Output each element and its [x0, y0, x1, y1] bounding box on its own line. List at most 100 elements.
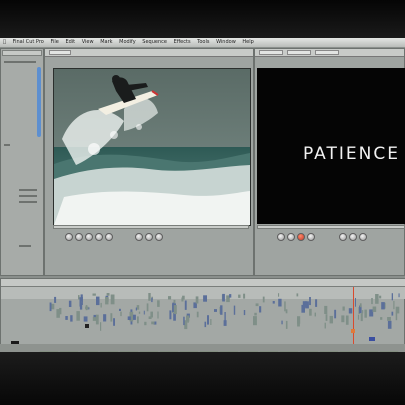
timeline-clip-segment — [238, 294, 241, 298]
viewer-mark-in-button[interactable] — [135, 233, 143, 241]
timeline-panel — [0, 278, 405, 352]
menu-modify[interactable]: Modify — [119, 38, 136, 47]
timeline-clip-segment — [255, 303, 259, 307]
menu-mark[interactable]: Mark — [100, 38, 112, 47]
timeline-marker[interactable] — [351, 329, 355, 333]
browser-row[interactable] — [4, 61, 36, 63]
timeline-clip-segment — [76, 311, 80, 321]
timeline-marker[interactable] — [85, 324, 89, 328]
canvas-scrubber[interactable] — [257, 225, 405, 229]
timeline-marker[interactable] — [369, 337, 375, 341]
timeline-clip-segment — [173, 305, 177, 315]
browser-row[interactable] — [19, 201, 37, 203]
timeline-clip-segment — [127, 316, 131, 320]
canvas-button[interactable] — [349, 233, 357, 241]
timeline-clip-segment — [105, 297, 109, 305]
canvas-tab[interactable] — [315, 50, 339, 55]
timeline-clip-segment — [345, 315, 349, 325]
timeline-clip-segment — [229, 294, 232, 298]
canvas-tab[interactable] — [287, 50, 311, 55]
viewer-transport-controls — [65, 233, 165, 243]
timeline-clip-segment — [143, 310, 145, 315]
monitor-bezel-bottom — [0, 352, 405, 405]
menu-file[interactable]: File — [50, 38, 58, 47]
timeline-clip-segment — [372, 306, 377, 312]
menu-sequence[interactable]: Sequence — [142, 38, 167, 47]
timeline-clip-segment — [151, 297, 153, 303]
viewer-step-back-button[interactable] — [75, 233, 83, 241]
menu-view[interactable]: View — [82, 38, 94, 47]
browser-scrollbar[interactable] — [37, 67, 41, 137]
menu-final-cut[interactable]: Final Cut Pro — [13, 38, 44, 47]
monitor-bezel-top — [0, 0, 405, 38]
menu-tools[interactable]: Tools — [197, 38, 209, 47]
timeline-clip-segment — [296, 293, 299, 297]
viewer-fast-forward-button[interactable] — [105, 233, 113, 241]
browser-row[interactable] — [19, 195, 37, 197]
timeline-clip-segment — [70, 315, 73, 322]
viewer-mark-out-button[interactable] — [145, 233, 153, 241]
timeline-clips[interactable] — [1, 291, 405, 331]
timeline-clip-segment — [103, 314, 107, 322]
canvas-button[interactable] — [307, 233, 315, 241]
timeline-clip-segment — [157, 300, 160, 307]
menu-help[interactable]: Help — [242, 38, 253, 47]
timeline-clip-segment — [54, 296, 57, 303]
timeline-clip-segment — [324, 322, 326, 329]
timeline-clip-segment — [391, 293, 393, 301]
timeline-clip-segment — [79, 302, 83, 310]
timeline-clip-segment — [233, 305, 236, 315]
menu-edit[interactable]: Edit — [65, 38, 75, 47]
timeline-clip-segment — [133, 314, 136, 320]
viewer-marker-button[interactable] — [155, 233, 163, 241]
timeline-clip-segment — [100, 302, 102, 308]
timeline-clip-segment — [259, 306, 262, 313]
timeline-clip-segment — [224, 312, 226, 322]
timeline-clip-segment — [51, 303, 55, 310]
timeline-clip-segment — [168, 296, 172, 300]
status-strip — [0, 344, 405, 352]
canvas-button[interactable] — [287, 233, 295, 241]
browser-panel — [0, 48, 44, 276]
timeline-clip-segment — [49, 302, 52, 312]
canvas-transport-controls — [277, 233, 377, 243]
timeline-clip-segment — [285, 309, 288, 314]
menu-window[interactable]: Window — [216, 38, 236, 47]
play-icon[interactable] — [85, 233, 93, 241]
timeline-clip-segment — [196, 311, 199, 318]
viewer-tab[interactable] — [49, 50, 71, 55]
browser-row[interactable] — [19, 189, 37, 191]
menu-effects[interactable]: Effects — [174, 38, 191, 47]
timeline-clip-segment — [278, 293, 280, 297]
viewer-step-forward-button[interactable] — [95, 233, 103, 241]
viewer-scrubber[interactable] — [53, 225, 249, 229]
timeline-clip-segment — [359, 303, 362, 308]
browser-row[interactable] — [19, 245, 31, 247]
timeline-clip-segment — [119, 308, 121, 311]
canvas-tab[interactable] — [259, 50, 283, 55]
canvas-title-text: PATIENCE — [303, 144, 400, 164]
browser-tab[interactable] — [2, 50, 42, 56]
timeline-clip-segment — [314, 312, 316, 317]
timeline-clip-segment — [120, 311, 122, 317]
browser-row[interactable] — [4, 144, 10, 146]
viewer-rewind-button[interactable] — [65, 233, 73, 241]
timeline-clip-segment — [195, 296, 199, 304]
timeline-clip-segment — [334, 309, 337, 319]
canvas-record-button[interactable] — [297, 233, 305, 241]
timeline-clip-segment — [315, 299, 318, 307]
timeline-clip-segment — [110, 313, 113, 322]
surfer-image — [54, 69, 250, 225]
timeline-clip-segment — [100, 322, 102, 331]
timeline-tabstrip — [1, 279, 405, 287]
canvas-button[interactable] — [359, 233, 367, 241]
timeline-clip-segment — [398, 293, 400, 298]
timeline-clip-segment — [371, 298, 373, 305]
canvas-button[interactable] — [339, 233, 347, 241]
timeline-clip-segment — [364, 309, 367, 318]
timeline-playhead[interactable] — [353, 287, 354, 352]
timeline-clip-segment — [148, 293, 151, 301]
timeline-clip-segment — [203, 295, 207, 302]
apple-icon[interactable]:  — [3, 38, 6, 47]
canvas-button[interactable] — [277, 233, 285, 241]
